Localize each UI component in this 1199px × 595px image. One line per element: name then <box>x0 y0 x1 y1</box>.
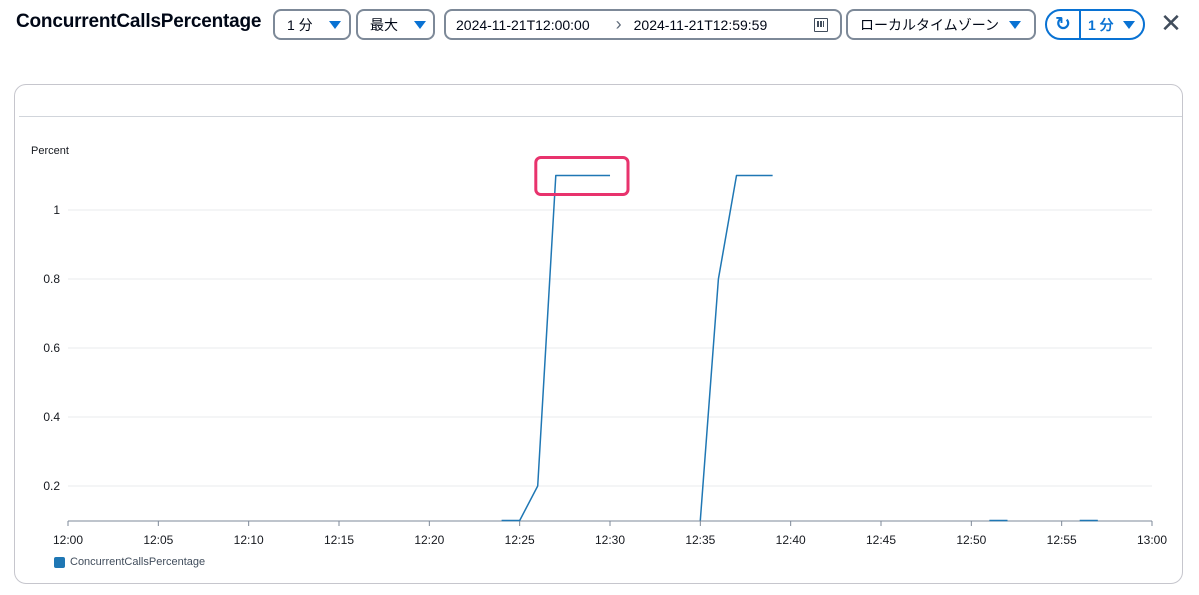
x-tick-label: 12:05 <box>143 533 173 547</box>
x-tick-label: 13:00 <box>1137 533 1167 547</box>
legend-label: ConcurrentCallsPercentage <box>70 556 206 568</box>
legend-swatch <box>54 556 65 568</box>
x-tick-label: 12:30 <box>595 533 625 547</box>
x-tick-label: 12:55 <box>1047 533 1077 547</box>
x-tick-label: 12:40 <box>776 533 806 547</box>
line-chart: Percent 0.2 0.4 0.6 0.8 1 12:00 12:05 12:10 12:15… <box>31 145 1167 547</box>
x-tick-label: 12:35 <box>685 533 715 547</box>
x-tick-label: 12:45 <box>866 533 896 547</box>
x-tick-label: 12:10 <box>234 533 264 547</box>
y-tick-label: 1 <box>53 203 60 217</box>
x-tick-label: 12:20 <box>414 533 444 547</box>
y-tick-label: 0.2 <box>43 479 60 493</box>
x-tick-label: 12:25 <box>505 533 535 547</box>
y-axis-label: Percent <box>31 145 69 157</box>
x-tick-label: 12:15 <box>324 533 354 547</box>
x-tick-label: 12:50 <box>956 533 986 547</box>
x-tick-label: 12:00 <box>53 533 83 547</box>
chart-legend[interactable]: ConcurrentCallsPercentage <box>54 556 205 568</box>
y-tick-label: 0.8 <box>43 272 60 286</box>
y-tick-label: 0.4 <box>43 410 60 424</box>
y-tick-label: 0.6 <box>43 341 60 355</box>
